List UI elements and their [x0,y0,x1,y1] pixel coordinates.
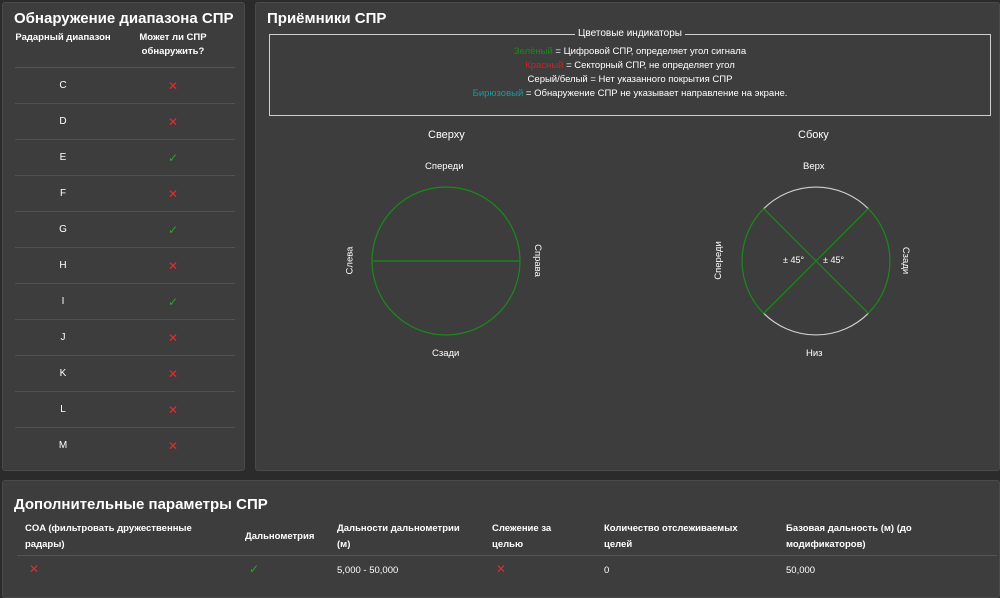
legend-teal-text: = Обнаружение СПР не указывает направлен… [523,88,788,99]
top-view-rear-label: Сзади [432,348,460,359]
legend-green-word: Зелёный [513,46,553,57]
table-row: F ✕ [15,176,235,212]
col-coa: COA (фильтровать дружественные радары) [25,523,192,550]
table-row: L ✕ [15,392,235,428]
legend-line-teal: Бирюзовый = Обнаружение СПР не указывает… [270,87,990,101]
side-view-top-arc [763,186,869,210]
side-view-front-label: Спереди [712,241,724,280]
legend-lines: Зелёный = Цифровой СПР, определяет угол … [270,45,990,101]
side-view-front-arc [741,208,765,314]
band-label: L [60,404,66,415]
coa-value: ✕ [29,562,40,576]
cross-icon: ✕ [167,366,179,381]
band-label: C [59,80,67,91]
band-label: D [59,116,67,127]
legend-line-grey: Серый/белый = Нет указанного покрытия СП… [527,74,733,85]
top-view-front-label: Спереди [425,161,464,172]
legend-title: Цветовые индикаторы [575,28,685,39]
ranging-value: ✓ [249,562,260,576]
table-row: G ✓ [15,212,235,248]
table-row: E ✓ [15,140,235,176]
cross-icon: ✕ [167,402,179,417]
top-view-left-label: Слева [344,246,356,275]
side-view-title: Сбоку [798,129,829,141]
band-label: F [59,188,67,199]
check-icon: ✓ [167,222,179,237]
top-view-right-label: Справа [531,244,543,277]
band-detection-table: Радарный диапазон Может ли СПР обнаружит… [15,31,235,463]
band-label: G [59,224,67,235]
band-label: H [59,260,67,271]
band-detection-title: Обнаружение диапазона СПР [14,10,234,27]
params-table-row: ✕ ✓ 5,000 - 50,000 ✕ 0 50,000 [17,557,997,585]
color-legend: Цветовые индикаторы Зелёный = Цифровой С… [269,28,991,116]
legend-red-word: Красный [525,60,564,71]
tracking-value: ✕ [496,562,507,576]
base-range-value: 50,000 [786,565,816,576]
table-row: M ✕ [15,428,235,463]
legend-green-text: = Цифровой СПР, определяет угол сигнала [552,46,747,57]
side-view-angle-right: ± 45° [823,255,845,265]
band-label: K [59,368,67,379]
legend-red-text: = Секторный СПР, не определяет угол [563,60,735,71]
params-table-header: COA (фильтровать дружественные радары) Д… [17,521,997,556]
side-view-diagram [741,186,891,336]
check-icon: ✓ [167,294,179,309]
cross-icon: ✕ [167,114,179,129]
target-count-value: 0 [604,565,610,576]
additional-params-title: Дополнительные параметры СПР [14,496,268,513]
side-view-rear-label: Сзади [900,246,912,275]
table-row: K ✕ [15,356,235,392]
rwr-receivers-title: Приёмники СПР [267,10,387,27]
col-base-range: Базовая дальность (м) (до модификаторов) [786,523,912,550]
table-row: H ✕ [15,248,235,284]
table-row: J ✕ [15,320,235,356]
top-view-diagram [371,186,521,336]
cross-icon: ✕ [167,258,179,273]
side-view-rear-arc [867,208,891,314]
rwr-receivers-panel: Приёмники СПР Цветовые индикаторы Зелёны… [255,2,1000,471]
band-label: I [61,296,65,307]
cross-icon: ✕ [167,78,179,93]
cross-icon: ✕ [167,330,179,345]
ranging-ranges-value: 5,000 - 50,000 [337,565,399,576]
legend-teal-word: Бирюзовый [472,88,524,99]
col-tracking: Слежение за целью [492,523,552,550]
table-row: C ✕ [15,68,235,104]
additional-params-panel: Дополнительные параметры СПР COA (фильтр… [2,480,1000,598]
table-row: I ✓ [15,284,235,320]
col-target-count: Количество отслеживаемых целей [604,523,738,550]
top-view-title: Сверху [428,129,465,141]
band-label: E [59,152,67,163]
col-can-detect: Может ли СПР обнаружить? [139,32,207,57]
band-label: M [58,440,68,451]
col-ranging-ranges: Дальности дальнометрии (м) [337,523,460,550]
side-view-angle-left: ± 45° [783,255,805,265]
side-view-top-label: Верх [803,161,825,172]
cross-icon: ✕ [167,438,179,453]
col-radar-band: Радарный диапазон [15,32,111,43]
band-rows: C ✕ D ✕ E ✓ F ✕ G ✓ H ✕ I ✓ J ✕ K ✕ L ✕ M ✕ [15,68,235,463]
side-view-bottom-arc [763,312,869,336]
side-view-bottom-label: Низ [806,348,823,359]
table-header: Радарный диапазон Может ли СПР обнаружит… [15,31,235,68]
legend-line-green: Зелёный = Цифровой СПР, определяет угол … [270,45,990,59]
band-detection-panel: Обнаружение диапазона СПР Радарный диапа… [2,2,245,471]
legend-line-red: Красный = Секторный СПР, не определяет у… [270,59,990,73]
band-label: J [60,332,66,343]
col-ranging: Дальнометрия [245,531,315,542]
table-row: D ✕ [15,104,235,140]
cross-icon: ✕ [167,186,179,201]
check-icon: ✓ [167,150,179,165]
